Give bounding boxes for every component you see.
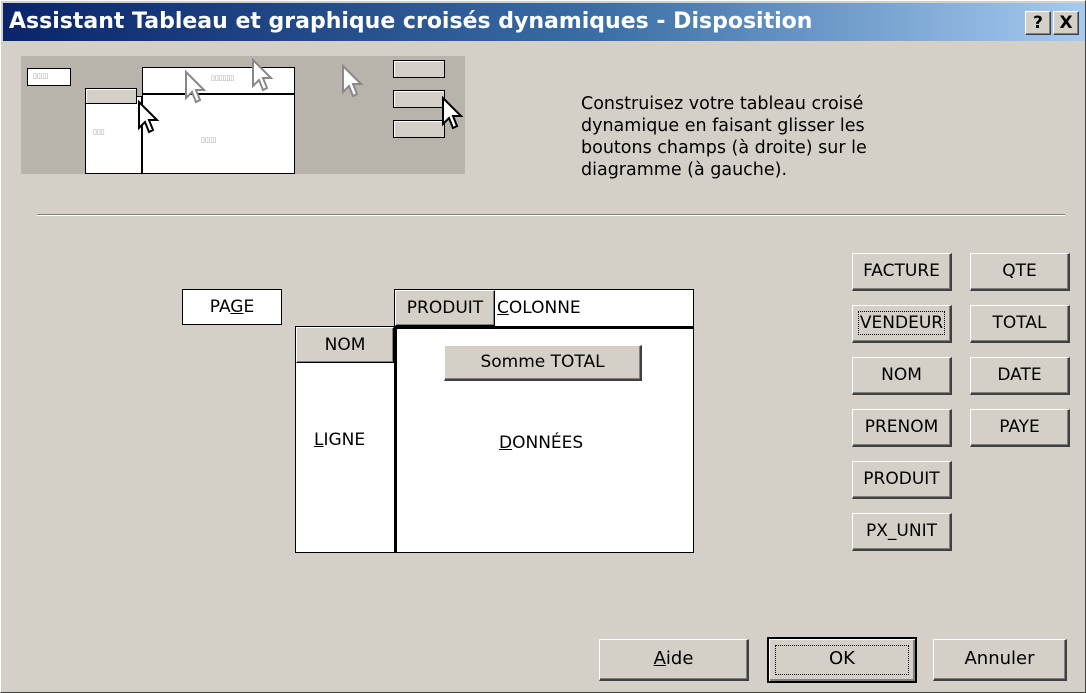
window-title: Assistant Tableau et graphique croisés d… <box>9 9 813 34</box>
field-button-nom[interactable]: NOM <box>852 357 952 395</box>
cursor-arrow-icon <box>442 96 464 130</box>
help-title-button[interactable]: ? <box>1025 11 1051 35</box>
ok-button-label: OK <box>775 645 909 675</box>
field-button-total[interactable]: TOTAL <box>970 305 1070 343</box>
cursor-arrow-icon <box>252 58 274 92</box>
page-zone[interactable]: PAGE <box>182 289 282 325</box>
help-button[interactable]: Aide <box>599 639 749 681</box>
field-button-date[interactable]: DATE <box>970 357 1070 395</box>
ok-button[interactable]: OK <box>767 637 917 683</box>
cursor-arrow-icon <box>138 100 160 134</box>
preview-field-button-3 <box>393 120 445 138</box>
field-button-px-unit[interactable]: PX_UNIT <box>852 513 952 551</box>
pivot-wizard-dialog: Assistant Tableau et graphique croisés d… <box>0 0 1086 693</box>
preview-field-button-2 <box>393 90 445 108</box>
title-bar: Assistant Tableau et graphique croisés d… <box>3 3 1085 41</box>
field-button-qte[interactable]: QTE <box>970 253 1070 291</box>
layout-preview-image: ▯▯▯▯ ▯▯▯▯▯▯ ▯▯▯ ▯▯▯▯ <box>21 56 465 174</box>
row-zone-label: LIGNE <box>314 430 366 450</box>
preview-data-box <box>142 94 295 174</box>
column-field-button-produit[interactable]: PRODUIT <box>395 290 495 326</box>
instructions-text: Construisez votre tableau croisé dynamiq… <box>581 94 867 180</box>
cancel-button[interactable]: Annuler <box>933 639 1067 681</box>
page-zone-label: PAGE <box>209 297 255 317</box>
column-zone-label: COLONNE <box>497 298 581 318</box>
preview-field-button-1 <box>393 60 445 78</box>
field-button-prenom[interactable]: PRENOM <box>852 409 952 447</box>
field-button-paye[interactable]: PAYE <box>970 409 1070 447</box>
data-zone-label: DONNÉES <box>499 433 584 453</box>
field-button-facture[interactable]: FACTURE <box>852 253 952 291</box>
row-field-button-nom[interactable]: NOM <box>296 327 394 363</box>
close-button[interactable]: X <box>1053 11 1079 35</box>
field-button-vendeur[interactable]: VENDEUR <box>852 305 952 343</box>
help-button-label: Aide <box>653 648 694 669</box>
cursor-arrow-icon <box>342 64 364 98</box>
field-button-vendeur-label: VENDEUR <box>857 311 946 335</box>
separator <box>37 214 1065 216</box>
data-field-button-somme-total[interactable]: Somme TOTAL <box>444 345 642 381</box>
field-button-produit[interactable]: PRODUIT <box>852 461 952 499</box>
cursor-arrow-icon <box>185 70 207 104</box>
preview-row-button <box>85 88 137 104</box>
